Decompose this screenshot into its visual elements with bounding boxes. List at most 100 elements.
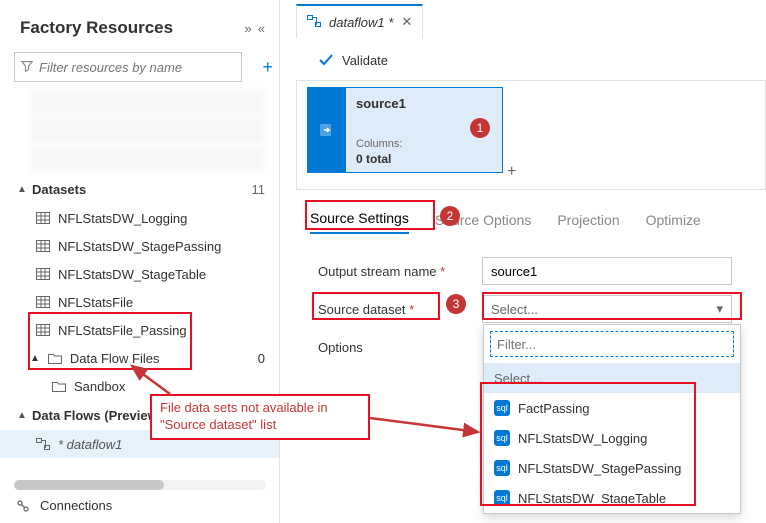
group-label: Data Flow Files (70, 351, 160, 366)
row-output-stream: Output stream name * (318, 252, 758, 290)
dropdown-item-stagetable[interactable]: sql NFLStatsDW_StageTable (484, 483, 740, 513)
dropdown-item-factpassing[interactable]: sql FactPassing (484, 393, 740, 423)
output-stream-label: Output stream name * (318, 264, 468, 279)
connections-button[interactable]: Connections (16, 498, 112, 513)
dropdown-item-logging[interactable]: sql NFLStatsDW_Logging (484, 423, 740, 453)
sidebar-hscrollbar[interactable] (14, 480, 266, 490)
caret-down-icon: ▲ (30, 353, 40, 364)
group-count: 0 (258, 351, 265, 366)
dropdown-item-label: NFLStatsDW_StagePassing (518, 461, 681, 476)
tab-optimize[interactable]: Optimize (646, 212, 701, 234)
group-datasets[interactable]: ▲ Datasets 11 (0, 174, 279, 204)
item-label: NFLStatsDW_Logging (58, 211, 187, 226)
dropdown-item-stagepassing[interactable]: sql NFLStatsDW_StagePassing (484, 453, 740, 483)
table-icon (36, 240, 50, 252)
tab-dataflow1[interactable]: dataflow1 * ✕ (296, 4, 423, 38)
dataset-item-logging[interactable]: NFLStatsDW_Logging (0, 204, 279, 232)
filter-icon (21, 60, 33, 75)
sidebar-collapse-toggle[interactable]: » « (245, 21, 265, 36)
item-label: NFLStatsFile_Passing (58, 323, 187, 338)
node-title: source1 (356, 96, 492, 111)
table-icon (36, 324, 50, 336)
dropdown-filter-input[interactable] (497, 332, 727, 356)
add-transformation-button[interactable]: + (507, 163, 516, 181)
dataflow-icon (307, 15, 321, 30)
dataset-item-stagetable[interactable]: NFLStatsDW_StageTable (0, 260, 279, 288)
node-columns-label: Columns: (356, 138, 402, 150)
source-node[interactable]: source1 Columns: 0 total 1 (307, 87, 503, 173)
dropdown-item-select[interactable]: Select... (484, 363, 740, 393)
sql-icon: sql (494, 430, 510, 446)
annotation-arrow-right (366, 410, 486, 440)
connections-label: Connections (40, 498, 112, 513)
blurred-item (30, 146, 265, 172)
blurred-item (30, 118, 265, 144)
tab-label: dataflow1 * (329, 15, 393, 30)
item-label: NFLStatsFile (58, 295, 133, 310)
source-icon (318, 121, 336, 139)
group-label: Sandbox (74, 379, 125, 394)
chevrons-left-icon: « (258, 21, 265, 36)
table-icon (36, 296, 50, 308)
folder-icon (52, 380, 66, 392)
node-columns-value: 0 total (356, 152, 391, 166)
sql-icon: sql (494, 400, 510, 416)
node-body: source1 Columns: 0 total 1 (346, 88, 502, 172)
item-label: NFLStatsDW_StagePassing (58, 239, 221, 254)
annotation-callout: File data sets not available in "Source … (150, 394, 370, 440)
group-count: 11 (252, 182, 266, 197)
row-source-dataset: Source dataset * Select... ▾ (318, 290, 758, 328)
annotation-badge-3: 3 (446, 294, 466, 314)
options-label: Options (318, 340, 468, 355)
add-resource-button[interactable]: + (256, 55, 279, 80)
item-label: NFLStatsDW_StageTable (58, 267, 206, 282)
chevron-down-icon: ▾ (716, 301, 723, 317)
node-type-strip (308, 88, 346, 172)
checkmark-icon (318, 52, 334, 68)
group-label: Datasets (32, 182, 86, 197)
sidebar-search-input[interactable] (39, 60, 235, 75)
tab-source-settings[interactable]: Source Settings (310, 210, 409, 234)
validate-button[interactable]: Validate (318, 52, 388, 68)
settings-tabs: Source Settings Source Options Projectio… (310, 204, 701, 234)
select-placeholder: Select... (491, 302, 538, 317)
item-label: * dataflow1 (58, 437, 122, 452)
dropdown-item-label: NFLStatsDW_StageTable (518, 491, 666, 506)
folder-icon (48, 352, 62, 364)
callout-text: File data sets not available in "Source … (160, 400, 328, 432)
table-icon (36, 268, 50, 280)
dropdown-filter[interactable] (490, 331, 734, 357)
dataflow-icon (36, 438, 50, 450)
dataset-item-statsfile[interactable]: NFLStatsFile (0, 288, 279, 316)
sidebar-header: Factory Resources » « (0, 0, 279, 46)
dropdown-item-label: Select... (494, 371, 541, 386)
dataset-item-stagepassing[interactable]: NFLStatsDW_StagePassing (0, 232, 279, 260)
dataflow-canvas[interactable]: source1 Columns: 0 total 1 + (296, 80, 766, 190)
scrollbar-thumb[interactable] (14, 480, 164, 490)
group-dataflowfiles[interactable]: ▲ Data Flow Files 0 (0, 344, 279, 372)
tab-projection[interactable]: Projection (557, 212, 619, 234)
sql-icon: sql (494, 490, 510, 506)
annotation-badge-2: 2 (440, 206, 460, 226)
close-icon[interactable]: ✕ (401, 14, 412, 30)
output-stream-input[interactable] (482, 257, 732, 285)
sidebar-search[interactable] (14, 52, 242, 82)
table-icon (36, 212, 50, 224)
sidebar-title: Factory Resources (20, 18, 173, 38)
caret-down-icon: ▲ (16, 184, 28, 195)
annotation-badge-1: 1 (470, 118, 490, 138)
source-dataset-select[interactable]: Select... ▾ (482, 295, 732, 323)
dataset-item-statsfile-passing[interactable]: NFLStatsFile_Passing (0, 316, 279, 344)
dropdown-item-label: FactPassing (518, 401, 590, 416)
sidebar: Factory Resources » « + ▲ Datasets 11 NF… (0, 0, 280, 523)
source-dataset-dropdown: Select... sql FactPassing sql NFLStatsDW… (483, 324, 741, 514)
group-label: Data Flows (Preview) (32, 408, 162, 423)
caret-down-icon: ▲ (16, 410, 28, 421)
connections-icon (16, 499, 30, 513)
sql-icon: sql (494, 460, 510, 476)
editor-tabs: dataflow1 * ✕ (296, 4, 423, 38)
blurred-item (30, 90, 265, 116)
chevrons-right-icon: » (245, 21, 252, 36)
dropdown-item-label: NFLStatsDW_Logging (518, 431, 647, 446)
validate-label: Validate (342, 53, 388, 68)
